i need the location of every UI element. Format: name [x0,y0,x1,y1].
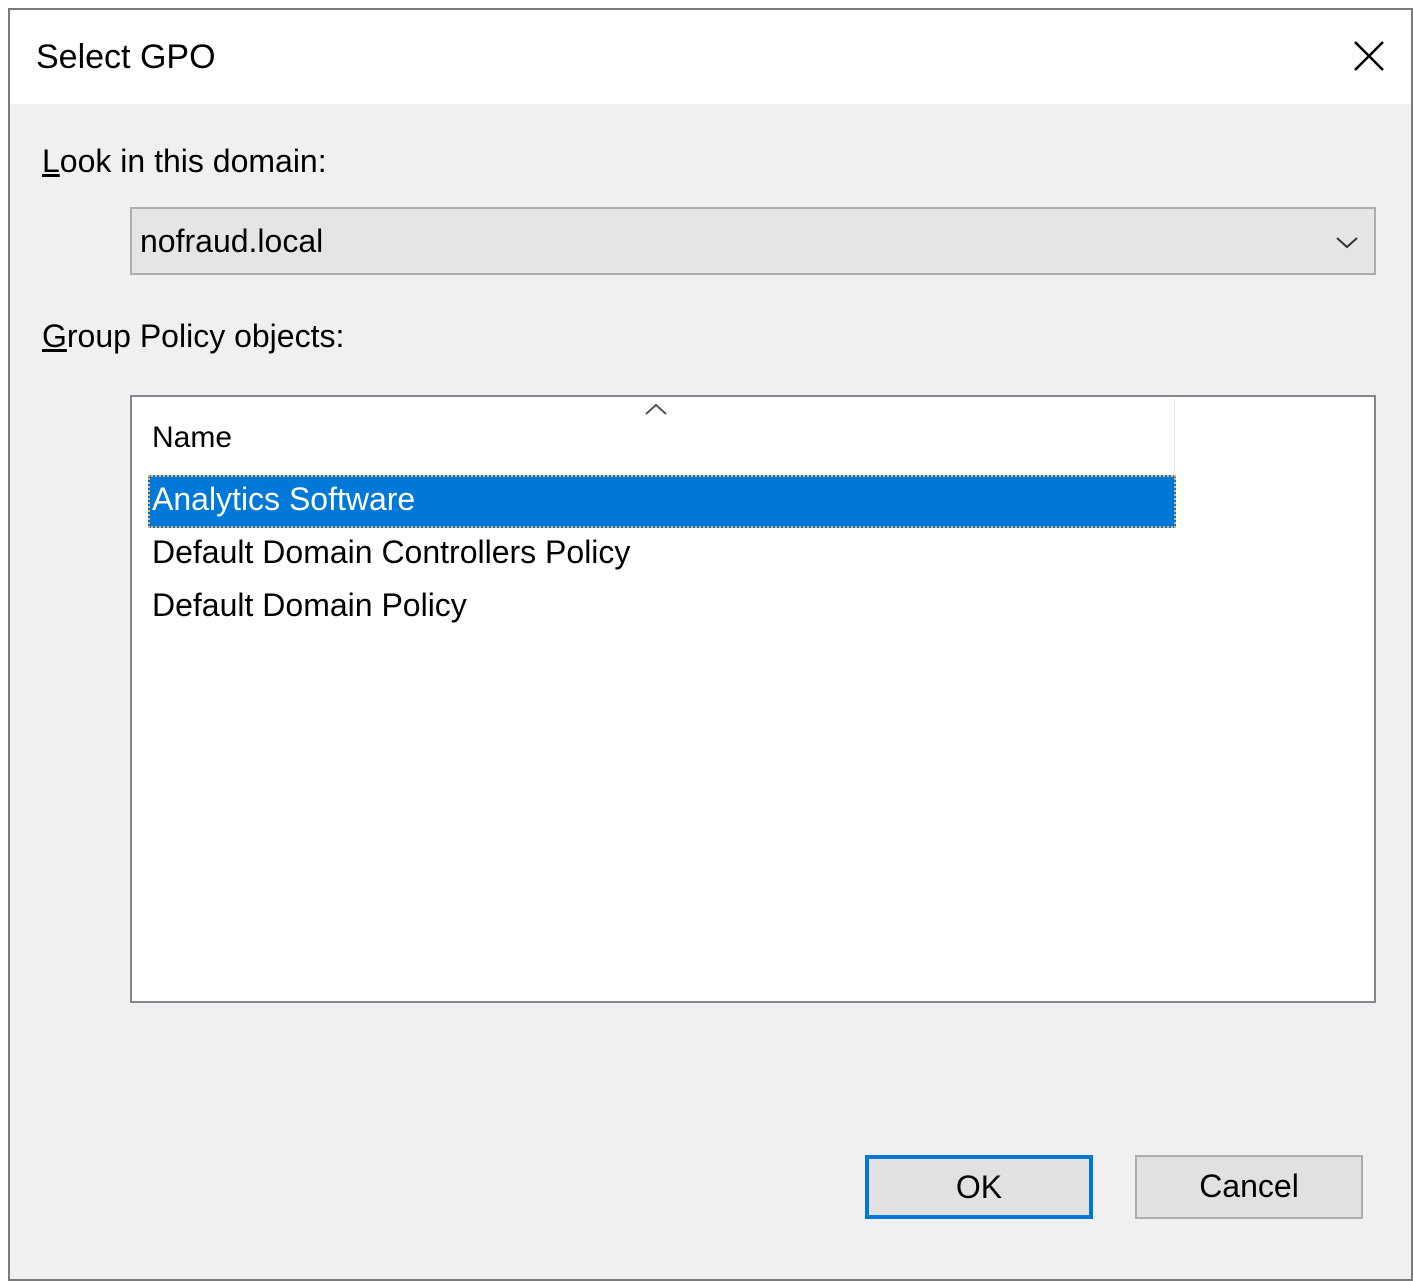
column-header-label: Name [152,421,233,454]
dialog-title: Select GPO [36,38,216,76]
domain-label: Look in this domain: [42,143,327,180]
chevron-down-icon [1336,237,1358,249]
list-item[interactable]: Default Domain Controllers Policy [148,528,1176,581]
domain-select-value: nofraud.local [140,223,324,259]
column-divider[interactable] [1174,399,1175,471]
domain-label-accelerator: L [42,143,60,179]
gpo-list-label: Group Policy objects: [42,318,344,355]
sort-ascending-icon [645,403,667,415]
close-icon [1354,41,1384,71]
gpo-rows: Analytics Software Default Domain Contro… [148,475,1176,634]
select-gpo-dialog: Select GPO Look in this domain: nofraud.… [8,8,1413,1281]
list-item-name: Default Domain Controllers Policy [152,534,631,570]
list-item-name: Analytics Software [152,481,416,517]
domain-label-text: ook in this domain: [59,143,327,179]
gpo-list-label-text: roup Policy objects: [66,318,345,354]
list-item[interactable]: Analytics Software [148,475,1176,528]
gpo-list[interactable]: Name Analytics Software Default Domain C… [130,395,1376,1003]
title-bar: Select GPO [10,10,1411,104]
domain-select[interactable]: nofraud.local [130,207,1376,275]
gpo-list-label-accelerator: G [42,318,67,354]
column-header-name[interactable]: Name [132,397,1174,469]
cancel-button[interactable]: Cancel [1135,1155,1363,1219]
close-button[interactable] [1347,34,1391,78]
list-item-name: Default Domain Policy [152,587,467,623]
ok-button[interactable]: OK [865,1155,1093,1219]
list-item[interactable]: Default Domain Policy [148,581,1176,634]
